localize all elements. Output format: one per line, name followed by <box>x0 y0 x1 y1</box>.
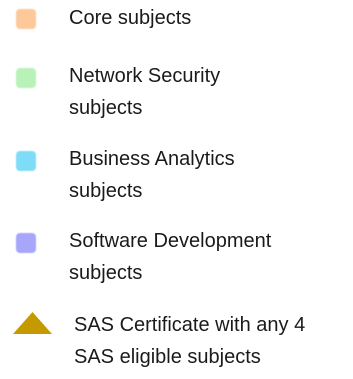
legend-label-line: subjects <box>69 97 143 119</box>
software-development-swatch <box>16 233 36 253</box>
legend-label-line: Core subjects <box>69 7 192 29</box>
network-security-swatch <box>16 68 36 88</box>
legend-label-line: Network Security <box>69 65 221 87</box>
triangle-icon-shape <box>13 312 52 334</box>
legend-label-business-analytics: Business Analytics subjects <box>69 143 235 207</box>
legend-label-line: subjects <box>69 262 143 284</box>
legend-label-core-subjects: Core subjects <box>69 2 191 34</box>
business-analytics-swatch <box>16 151 36 171</box>
legend-label-line: Software Development <box>69 230 272 252</box>
legend-label-line: Business Analytics <box>69 148 235 170</box>
core-subjects-swatch <box>16 9 36 29</box>
legend-label-sas-certificate: SAS Certificate with any 4 SAS eligible … <box>74 309 305 373</box>
legend: Core subjects Network Security subjects … <box>0 0 353 379</box>
legend-label-line: SAS Certificate with any 4 <box>74 314 306 336</box>
legend-label-line: subjects <box>69 180 143 202</box>
triangle-icon <box>13 312 52 334</box>
legend-label-line: SAS eligible subjects <box>74 346 261 368</box>
legend-label-software-development: Software Development subjects <box>69 225 271 289</box>
legend-label-network-security: Network Security subjects <box>69 60 220 124</box>
